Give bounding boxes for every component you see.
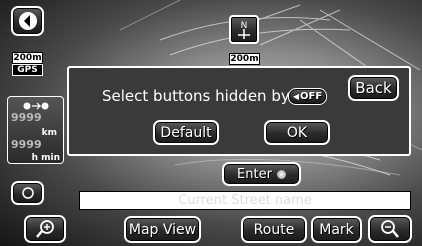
circle-icon	[21, 187, 34, 199]
zoom-in-button[interactable]	[24, 215, 66, 243]
scale-label-left: 200m	[12, 52, 43, 64]
current-street-bar: Current Street name	[79, 191, 411, 210]
time-value: 9999	[11, 138, 42, 151]
enter-button-label: Enter	[237, 166, 272, 182]
off-toggle-label: OFF	[299, 91, 323, 102]
zoom-out-button[interactable]	[368, 215, 412, 243]
heading-toggle-button[interactable]	[11, 6, 44, 36]
dialog-message: Select buttons hidden by	[102, 87, 290, 105]
map-view-button[interactable]: Map View	[124, 216, 201, 243]
north-up-button[interactable]: N	[229, 15, 259, 44]
navigation-screen: 200m GPS N 200m 9999 km 9999 h min Selec…	[0, 0, 422, 246]
off-toggle-button[interactable]: ◀ OFF	[288, 88, 327, 105]
current-street-name: Current Street name	[178, 193, 312, 208]
ok-button-label: OK	[286, 124, 308, 141]
default-button[interactable]: Default	[153, 120, 219, 145]
distance-value: 9999	[11, 111, 42, 124]
route-distance-icon	[23, 102, 49, 110]
ok-button[interactable]: OK	[264, 120, 330, 145]
route-label: Route	[253, 221, 295, 238]
scale-label-right: 200m	[229, 53, 260, 65]
time-unit: h min	[31, 153, 60, 163]
heading-arrow-icon	[18, 12, 37, 30]
route-info-panel: 9999 km 9999 h min	[7, 96, 64, 164]
map-view-label: Map View	[128, 221, 197, 238]
mark-label: Mark	[319, 221, 354, 238]
zoom-in-icon	[36, 220, 54, 238]
zoom-out-icon	[381, 220, 399, 238]
enter-button[interactable]: Enter	[222, 162, 301, 186]
off-arrow-icon: ◀	[292, 92, 299, 101]
mark-button[interactable]: Mark	[311, 216, 362, 243]
route-button[interactable]: Route	[241, 216, 307, 243]
back-button-label: Back	[355, 79, 392, 97]
distance-unit: km	[41, 128, 57, 138]
round-menu-button[interactable]	[11, 181, 44, 205]
gps-label: GPS	[12, 64, 43, 76]
hide-buttons-dialog: Select buttons hidden by ◀ OFF Back Defa…	[67, 66, 411, 156]
enter-dot-icon	[276, 169, 286, 179]
north-arrow-icon: N	[238, 21, 250, 39]
back-button[interactable]: Back	[348, 75, 399, 101]
default-button-label: Default	[160, 124, 212, 141]
